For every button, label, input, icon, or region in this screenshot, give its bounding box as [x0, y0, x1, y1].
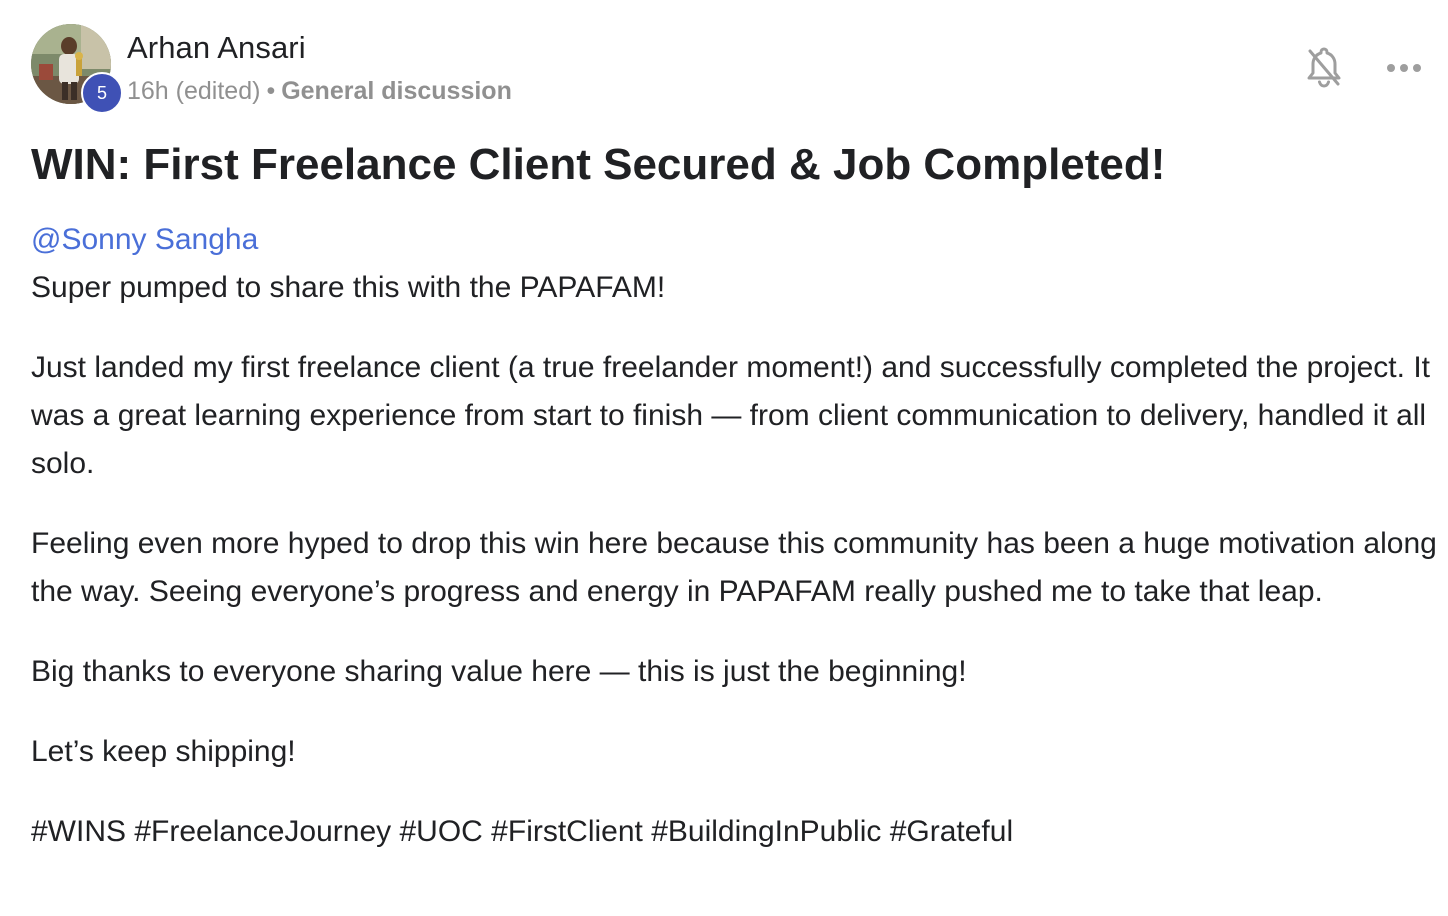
- post-category[interactable]: General discussion: [281, 77, 512, 105]
- more-horizontal-icon: [1387, 64, 1421, 72]
- post-body: @Sonny Sangha Super pumped to share this…: [31, 216, 1443, 888]
- meta-separator: •: [266, 77, 276, 105]
- notification-toggle-button[interactable]: [1300, 44, 1348, 92]
- level-badge: 5: [81, 72, 123, 114]
- post-card: 5 Arhan Ansari 16h (edited) • General disc…: [0, 0, 1448, 916]
- post-paragraph: Let’s keep shipping!: [31, 735, 296, 768]
- post-title: WIN: First Freelance Client Secured & Jo…: [31, 140, 1166, 189]
- user-mention-link[interactable]: @Sonny Sangha: [31, 216, 1443, 264]
- post-paragraph: Big thanks to everyone sharing value her…: [31, 655, 967, 688]
- post-header-actions: [1268, 44, 1428, 92]
- post-intro-block: @Sonny Sangha Super pumped to share this…: [31, 216, 1443, 312]
- post-timestamp: 16h (edited): [127, 77, 261, 105]
- author-avatar-container[interactable]: 5: [31, 24, 123, 114]
- post-meta: 16h (edited) • General discussion: [127, 75, 512, 107]
- more-options-button[interactable]: [1380, 44, 1428, 92]
- post-hashtags: #WINS #FreelanceJourney #UOC #FirstClien…: [31, 815, 1014, 848]
- post-intro-text: Super pumped to share this with the PAPA…: [31, 271, 666, 304]
- post-paragraph: Just landed my first freelance client (a…: [31, 351, 1430, 480]
- post-paragraph: Feeling even more hyped to drop this win…: [31, 527, 1437, 608]
- author-name[interactable]: Arhan Ansari: [127, 30, 306, 66]
- bell-off-icon: [1307, 47, 1341, 88]
